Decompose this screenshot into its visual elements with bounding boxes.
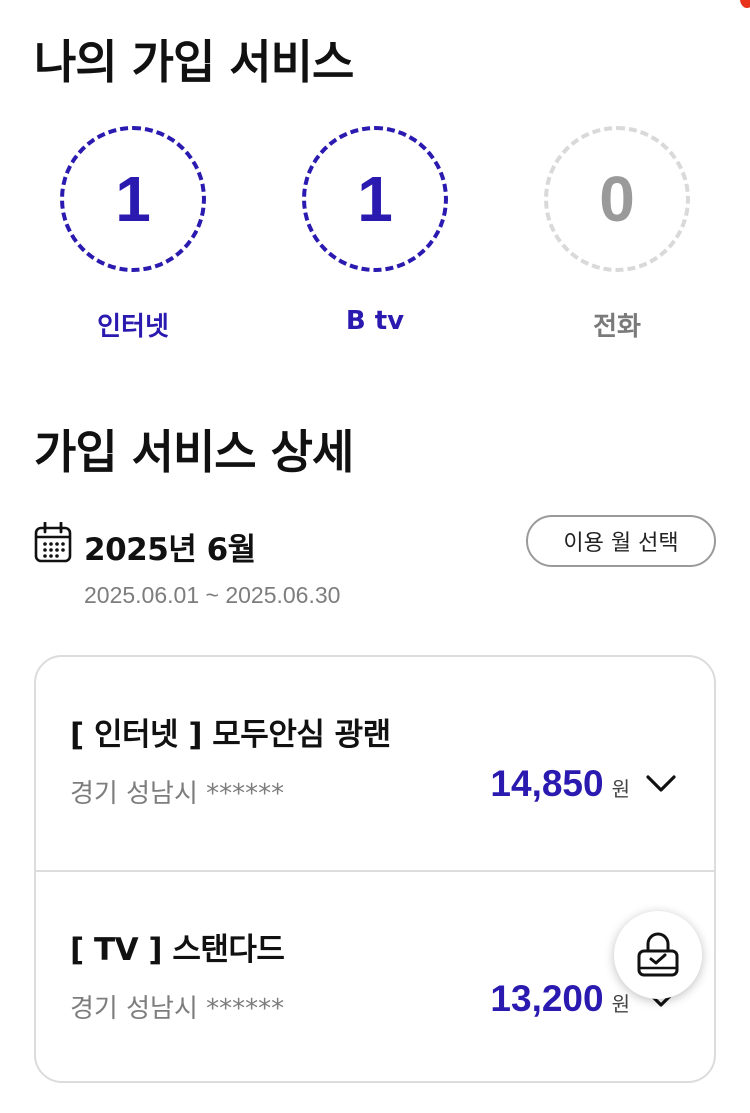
- service-address: 경기 성남시 ******: [70, 994, 285, 1024]
- select-month-button[interactable]: 이용 월 선택: [526, 515, 716, 567]
- price-amount: 14,850: [490, 763, 604, 804]
- service-list-card: [ 인터넷 ] 모두안심 광랜 경기 성남시 ****** 14,850 원 […: [34, 655, 716, 1083]
- current-month-label: 2025년 6월: [84, 532, 256, 568]
- price-amount: 13,200: [490, 978, 604, 1019]
- service-name: [ TV ] 스탠다드: [70, 932, 285, 968]
- counter-btv[interactable]: 1 B tv: [275, 126, 475, 336]
- counter-ring: 1: [60, 126, 206, 272]
- service-name: [ 인터넷 ] 모두안심 광랜: [70, 717, 391, 753]
- service-detail-title: 가입 서비스 상세: [34, 425, 354, 479]
- my-services-title: 나의 가입 서비스: [34, 35, 354, 89]
- month-row: 2025년 6월 이용 월 선택: [34, 515, 716, 570]
- notification-dot: [740, 0, 750, 8]
- secure-floating-button[interactable]: [614, 911, 702, 999]
- service-row-internet[interactable]: [ 인터넷 ] 모두안심 광랜 경기 성남시 ****** 14,850 원: [36, 657, 714, 870]
- counter-internet[interactable]: 1 인터넷: [33, 126, 233, 343]
- price-unit: 원: [611, 777, 630, 801]
- service-price: 13,200 원: [490, 978, 630, 1020]
- service-address: 경기 성남시 ******: [70, 779, 285, 809]
- price-unit: 원: [611, 992, 630, 1016]
- counter-label: 전화: [593, 312, 641, 342]
- counter-label: 인터넷: [97, 312, 169, 342]
- service-price: 14,850 원: [490, 763, 630, 805]
- date-range: 2025.06.01 ~ 2025.06.30: [84, 582, 341, 608]
- calendar-icon: [34, 522, 72, 563]
- counter-label: B tv: [345, 306, 405, 336]
- service-row-tv[interactable]: [ TV ] 스탠다드 경기 성남시 ****** 13,200 원: [36, 870, 714, 1081]
- counter-ring: 1: [302, 126, 448, 272]
- counter-phone[interactable]: 0 전화: [517, 126, 717, 343]
- counter-ring: 0: [544, 126, 690, 272]
- chevron-down-icon[interactable]: [644, 769, 678, 797]
- lock-check-icon: [637, 932, 679, 977]
